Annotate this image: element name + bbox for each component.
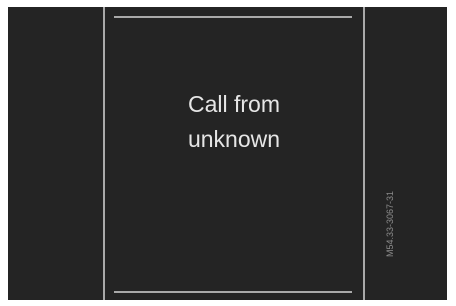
right-divider <box>363 7 365 300</box>
figure-reference-code: M54.33-3067-31 <box>385 190 395 257</box>
caller-name: unknown <box>187 126 281 152</box>
bottom-divider <box>114 291 352 293</box>
call-from-label: Call from <box>187 91 280 117</box>
top-divider <box>114 16 352 18</box>
display-screen: Call from unknown M54.33-3067-31 <box>8 7 447 300</box>
incoming-call-message: Call from unknown <box>105 87 363 157</box>
